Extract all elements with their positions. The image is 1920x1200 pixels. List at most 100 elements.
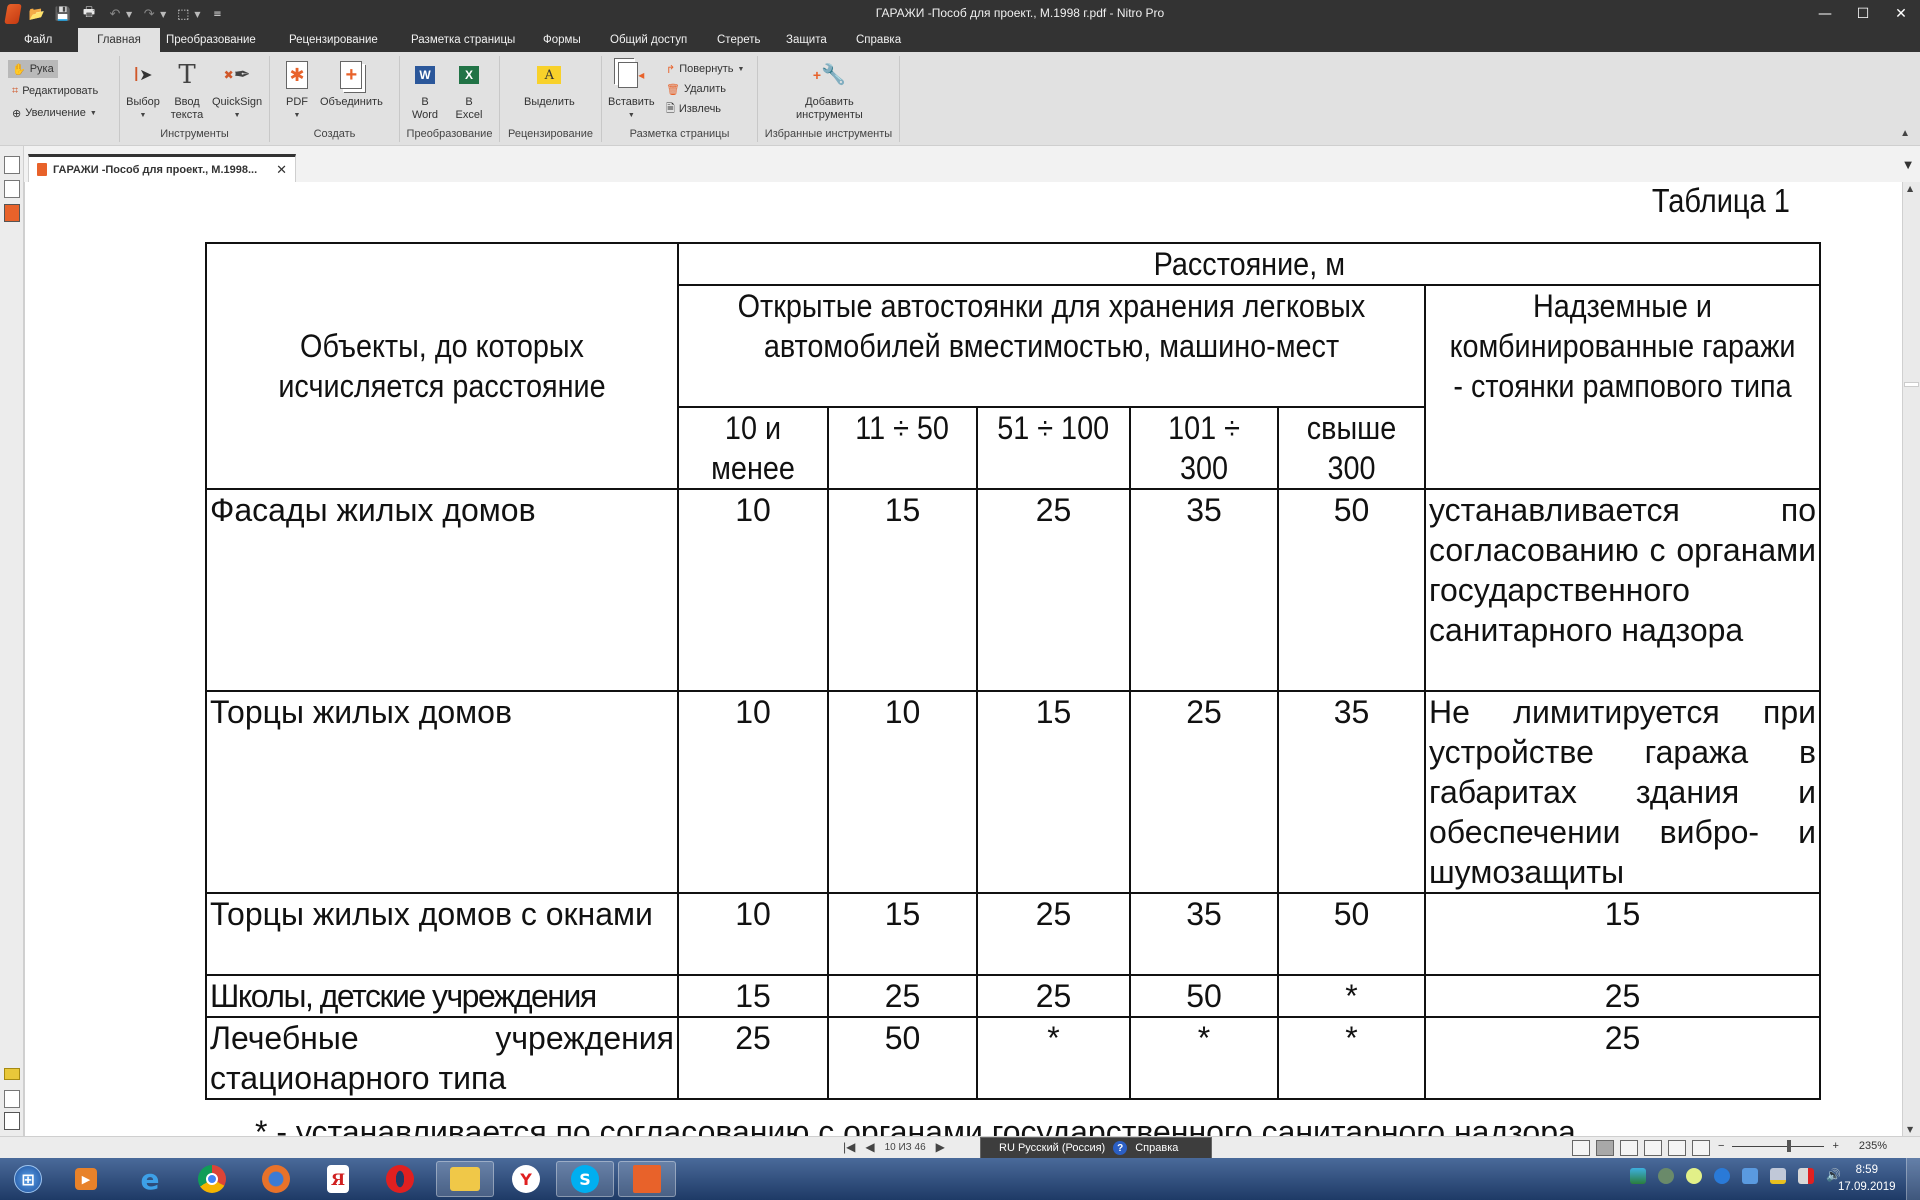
fields-list-icon[interactable] xyxy=(4,1112,20,1130)
next-page-icon[interactable]: ▶ xyxy=(936,1140,945,1154)
zoom-out-button[interactable]: − xyxy=(1718,1140,1724,1152)
help-link[interactable]: Справка xyxy=(1135,1142,1178,1154)
close-button[interactable]: ✕ xyxy=(1882,0,1920,28)
attachments-icon[interactable] xyxy=(4,1090,20,1108)
minimize-button[interactable]: — xyxy=(1806,0,1844,28)
taskbar-yandex[interactable]: Я xyxy=(312,1161,364,1197)
document-tab[interactable]: ГАРАЖИ -Пособ для проект., М.1998... ✕ xyxy=(28,154,296,182)
single-page-view-icon[interactable] xyxy=(1572,1140,1590,1156)
scroll-down-icon[interactable]: ▼ xyxy=(1907,1125,1913,1134)
group-label-convert: Преобразование xyxy=(406,128,493,140)
taskbar-media-player[interactable]: ▶ xyxy=(60,1161,112,1197)
clock-time: 8:59 xyxy=(1855,1164,1878,1176)
extract-page-button[interactable]: 🗎 Извлечь xyxy=(662,100,725,118)
tray-network-warning-icon[interactable] xyxy=(1770,1168,1786,1184)
tab-protect[interactable]: Защита xyxy=(774,28,839,52)
maximize-button[interactable]: ☐ xyxy=(1844,0,1882,28)
taskbar-yandex-browser[interactable]: Y xyxy=(500,1161,552,1197)
tab-share[interactable]: Общий доступ xyxy=(598,28,699,52)
tray-tools-icon[interactable] xyxy=(1742,1168,1758,1184)
tray-action-center-icon[interactable] xyxy=(1798,1168,1814,1184)
continuous-view-icon[interactable] xyxy=(1596,1140,1614,1156)
tab-review[interactable]: Рецензирование xyxy=(277,28,390,52)
collapse-ribbon-icon[interactable]: ▲ xyxy=(1900,128,1910,139)
to-word-button[interactable]: W В Word xyxy=(408,58,442,122)
tab-forms[interactable]: Формы xyxy=(531,28,593,52)
delete-page-button[interactable]: 🗑 Удалить xyxy=(662,80,730,98)
windows-taskbar: ⊞ ▶ e Я Y S 🔊 8:59 17.09.2019 xyxy=(0,1158,1920,1200)
value-cell: 35 xyxy=(1129,892,1279,976)
highlight-button[interactable]: A Выделить xyxy=(524,58,575,109)
create-pdf-button[interactable]: ✱ PDF ▼ xyxy=(280,58,314,122)
close-tab-icon[interactable]: ✕ xyxy=(276,162,287,178)
zoom-percentage[interactable]: 235% xyxy=(1859,1140,1887,1152)
ribbon-group-review: A Выделить Рецензирование xyxy=(500,56,602,142)
edit-tool-button[interactable]: ⌗ Редактировать xyxy=(8,82,102,100)
header-capacity: 51 ÷ 100 xyxy=(976,406,1131,490)
taskbar-nitro-pro[interactable] xyxy=(618,1161,676,1197)
ribbon-group-page-layout: ◂ Вставить ▼ ↱ Повернуть ▼ 🗑 Удалить 🗎 Извлеч… xyxy=(602,56,758,142)
insert-pages-button[interactable]: ◂ Вставить ▼ xyxy=(608,58,655,122)
zoom-slider-handle[interactable] xyxy=(1786,1140,1791,1152)
taskbar-chrome[interactable] xyxy=(186,1161,238,1197)
tab-help[interactable]: Справка xyxy=(844,28,913,52)
zoom-slider[interactable] xyxy=(1732,1139,1825,1153)
opera-icon xyxy=(386,1165,414,1193)
value-cell: * xyxy=(1277,974,1426,1018)
taskbar-opera[interactable] xyxy=(374,1161,426,1197)
taskbar-internet-explorer[interactable]: e xyxy=(124,1161,176,1197)
tray-cloud-icon[interactable] xyxy=(1714,1168,1730,1184)
previous-page-icon[interactable]: ◀ xyxy=(865,1140,874,1154)
to-excel-button[interactable]: X В Excel xyxy=(452,58,486,122)
taskbar-file-explorer[interactable] xyxy=(436,1161,494,1197)
scroll-up-icon[interactable]: ▲ xyxy=(1907,184,1913,193)
value-cell: 25 xyxy=(677,1016,829,1100)
value-cell: 15 xyxy=(827,892,978,976)
taskbar-skype[interactable]: S xyxy=(556,1161,614,1197)
quicksign-button[interactable]: ✖ ✒ QuickSign ▼ xyxy=(212,58,262,122)
value-cell: * xyxy=(1277,1016,1426,1100)
trash-icon: 🗑 xyxy=(666,83,680,96)
tab-erase[interactable]: Стереть xyxy=(705,28,773,52)
tabs-dropdown-icon[interactable]: ▼ xyxy=(1904,160,1912,171)
zoom-in-button[interactable]: + xyxy=(1832,1140,1838,1152)
taskbar-firefox[interactable] xyxy=(250,1161,302,1197)
value-cell: 50 xyxy=(1277,488,1426,692)
bookmarks-icon[interactable] xyxy=(4,204,20,222)
header-capacity: свыше 300 xyxy=(1277,406,1426,490)
rotate-button[interactable]: ↱ Повернуть ▼ xyxy=(662,60,748,78)
tab-convert[interactable]: Преобразование xyxy=(154,28,268,52)
zoom-tool-button[interactable]: ⊕ Увеличение ▼ xyxy=(8,104,101,122)
full-screen-icon[interactable] xyxy=(1668,1140,1686,1156)
tab-page-layout[interactable]: Разметка страницы xyxy=(399,28,527,52)
add-tools-button[interactable]: + 🔧 Добавить инструменты xyxy=(796,58,863,122)
select-button[interactable]: I ➤ Выбор ▼ xyxy=(126,58,160,122)
page-indicator[interactable]: 10 ИЗ 46 xyxy=(885,1142,926,1153)
facing-view-icon[interactable] xyxy=(1620,1140,1638,1156)
show-desktop-button[interactable] xyxy=(1906,1158,1920,1200)
tray-autodesk-icon[interactable] xyxy=(1630,1168,1646,1184)
internet-explorer-icon: e xyxy=(140,1162,160,1196)
facing-continuous-view-icon[interactable] xyxy=(1644,1140,1662,1156)
start-button[interactable]: ⊞ xyxy=(2,1161,54,1197)
garage-cell: 25 xyxy=(1423,974,1822,1018)
comments-icon[interactable] xyxy=(4,1068,20,1080)
search-document-icon[interactable] xyxy=(4,180,20,198)
type-text-button[interactable]: T Ввод текста xyxy=(170,58,204,122)
pages-panel-icon[interactable] xyxy=(4,156,20,174)
tab-file[interactable]: Файл xyxy=(12,28,64,52)
tray-security-icon[interactable] xyxy=(1658,1168,1674,1184)
tab-home[interactable]: Главная xyxy=(78,28,160,52)
combine-button[interactable]: + Объединить xyxy=(320,58,383,109)
scrollbar-thumb[interactable] xyxy=(1904,382,1919,387)
first-page-icon[interactable]: |◀ xyxy=(843,1140,855,1154)
vertical-scrollbar[interactable]: ▲ ▼ xyxy=(1902,182,1920,1136)
document-viewer[interactable]: Таблица 1 Объекты, до которых исчисляетс… xyxy=(24,182,1902,1136)
presentation-icon[interactable] xyxy=(1692,1140,1710,1156)
language-indicator[interactable]: RU Русский (Россия) xyxy=(999,1142,1105,1154)
tray-app-icon[interactable] xyxy=(1686,1168,1702,1184)
table-row: Торцы жилых домов с окнами 10 15 25 35 5… xyxy=(205,892,1822,976)
hand-tool-button[interactable]: ✋ Рука xyxy=(8,60,58,78)
system-clock[interactable]: 8:59 17.09.2019 xyxy=(1838,1162,1896,1196)
language-bar[interactable]: RU Русский (Россия) ? Справка xyxy=(980,1137,1212,1159)
